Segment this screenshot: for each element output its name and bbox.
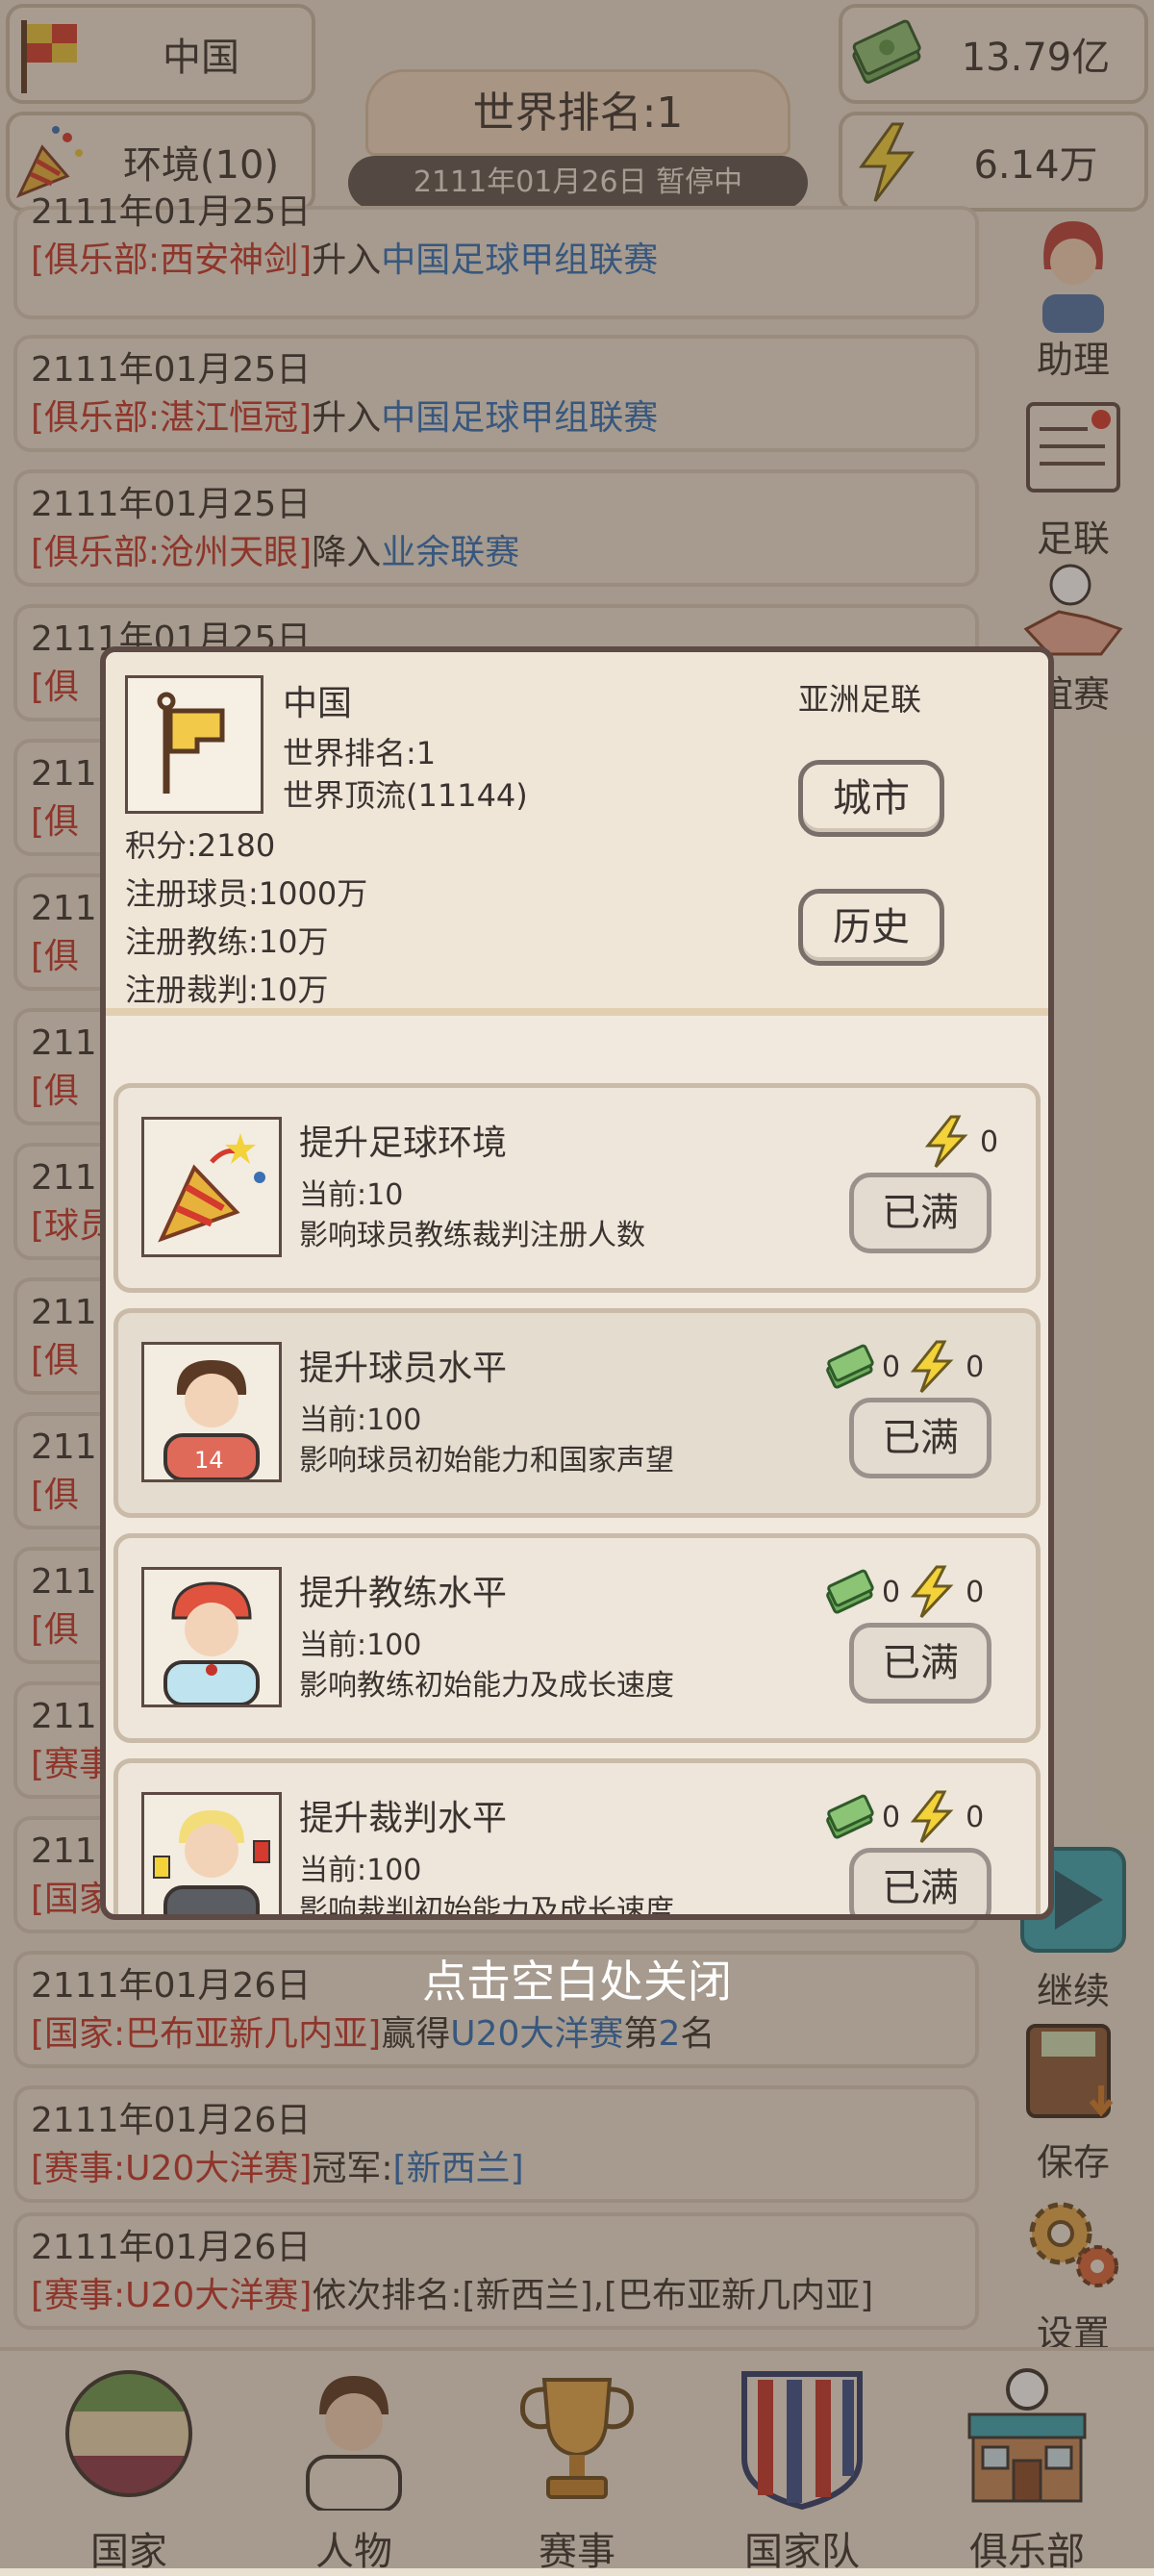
registered-coaches: 注册教练:10万	[125, 923, 329, 960]
world-tier: 世界顶流(11144)	[283, 777, 528, 814]
upgrade-card-coaches: 提升教练水平 当前:100 影响教练初始能力及成长速度 0 0 已满	[113, 1533, 1041, 1743]
money-cost: 0	[882, 1350, 901, 1384]
upgrade-cost: 0 0	[822, 1790, 984, 1844]
upgrade-title: 提升足球环境	[299, 1124, 508, 1163]
city-button[interactable]: 城市	[798, 760, 944, 837]
energy-cost: 0	[966, 1350, 985, 1384]
world-rank: 世界排名:1	[283, 735, 437, 771]
player-avatar-icon: 14	[141, 1342, 282, 1482]
upgrade-current: 当前:100	[299, 1629, 422, 1662]
registered-referees: 注册裁判:10万	[125, 972, 329, 1008]
upgrade-card-referees: 提升裁判水平 当前:100 影响裁判初始能力及成长速度 0 0 已满	[113, 1758, 1041, 1920]
flag-icon	[157, 692, 225, 794]
close-hint[interactable]: 点击空白处关闭	[0, 1947, 1154, 2010]
confederation: 亚洲足联	[798, 681, 922, 718]
upgrade-title: 提升裁判水平	[299, 1799, 508, 1838]
upgrade-desc: 影响球员教练裁判注册人数	[299, 1219, 645, 1252]
money-icon	[826, 1794, 874, 1839]
upgrade-cost: 0 0	[822, 1565, 984, 1619]
party-popper-icon	[141, 1117, 282, 1257]
country-flag-frame	[125, 675, 263, 814]
energy-cost: 0	[966, 1575, 985, 1609]
full-button[interactable]: 已满	[849, 1173, 991, 1253]
country-info-panel: 中国 亚洲足联 世界排名:1 世界顶流(11144) 积分:2180 注册球员:…	[106, 652, 1048, 1016]
upgrade-title: 提升教练水平	[299, 1574, 508, 1613]
lightning-icon	[910, 1790, 954, 1844]
lightning-icon	[924, 1115, 968, 1169]
energy-cost: 0	[980, 1124, 999, 1159]
coach-avatar-icon	[141, 1567, 282, 1707]
money-icon	[826, 1569, 874, 1614]
upgrade-card-players: 14 提升球员水平 当前:100 影响球员初始能力和国家声望 0 0 已满	[113, 1308, 1041, 1518]
registered-players: 注册球员:1000万	[125, 875, 368, 912]
country-name: 中国	[283, 684, 353, 723]
energy-cost: 0	[966, 1800, 985, 1834]
svg-text:14: 14	[194, 1447, 224, 1474]
upgrade-desc: 影响教练初始能力及成长速度	[299, 1669, 674, 1703]
full-button[interactable]: 已满	[849, 1623, 991, 1704]
upgrade-desc: 影响球员初始能力和国家声望	[299, 1444, 674, 1477]
country-dialog: 中国 亚洲足联 世界排名:1 世界顶流(11144) 积分:2180 注册球员:…	[100, 646, 1054, 1920]
full-button[interactable]: 已满	[849, 1848, 991, 1914]
referee-avatar-icon	[141, 1792, 282, 1914]
money-cost: 0	[882, 1800, 901, 1834]
full-button[interactable]: 已满	[849, 1398, 991, 1478]
history-button[interactable]: 历史	[798, 889, 944, 966]
money-icon	[826, 1344, 874, 1389]
points: 积分:2180	[125, 827, 276, 864]
lightning-icon	[910, 1340, 954, 1394]
upgrade-cost: 0 0	[822, 1340, 984, 1394]
upgrade-current: 当前:100	[299, 1854, 422, 1887]
upgrade-cost: 0	[920, 1115, 998, 1169]
money-cost: 0	[882, 1575, 901, 1609]
upgrade-title: 提升球员水平	[299, 1349, 508, 1388]
upgrade-current: 当前:10	[299, 1178, 404, 1212]
upgrade-card-environment: 提升足球环境 当前:10 影响球员教练裁判注册人数 0 已满	[113, 1083, 1041, 1293]
lightning-icon	[910, 1565, 954, 1619]
upgrade-desc: 影响裁判初始能力及成长速度	[299, 1894, 674, 1920]
upgrade-current: 当前:100	[299, 1403, 422, 1437]
